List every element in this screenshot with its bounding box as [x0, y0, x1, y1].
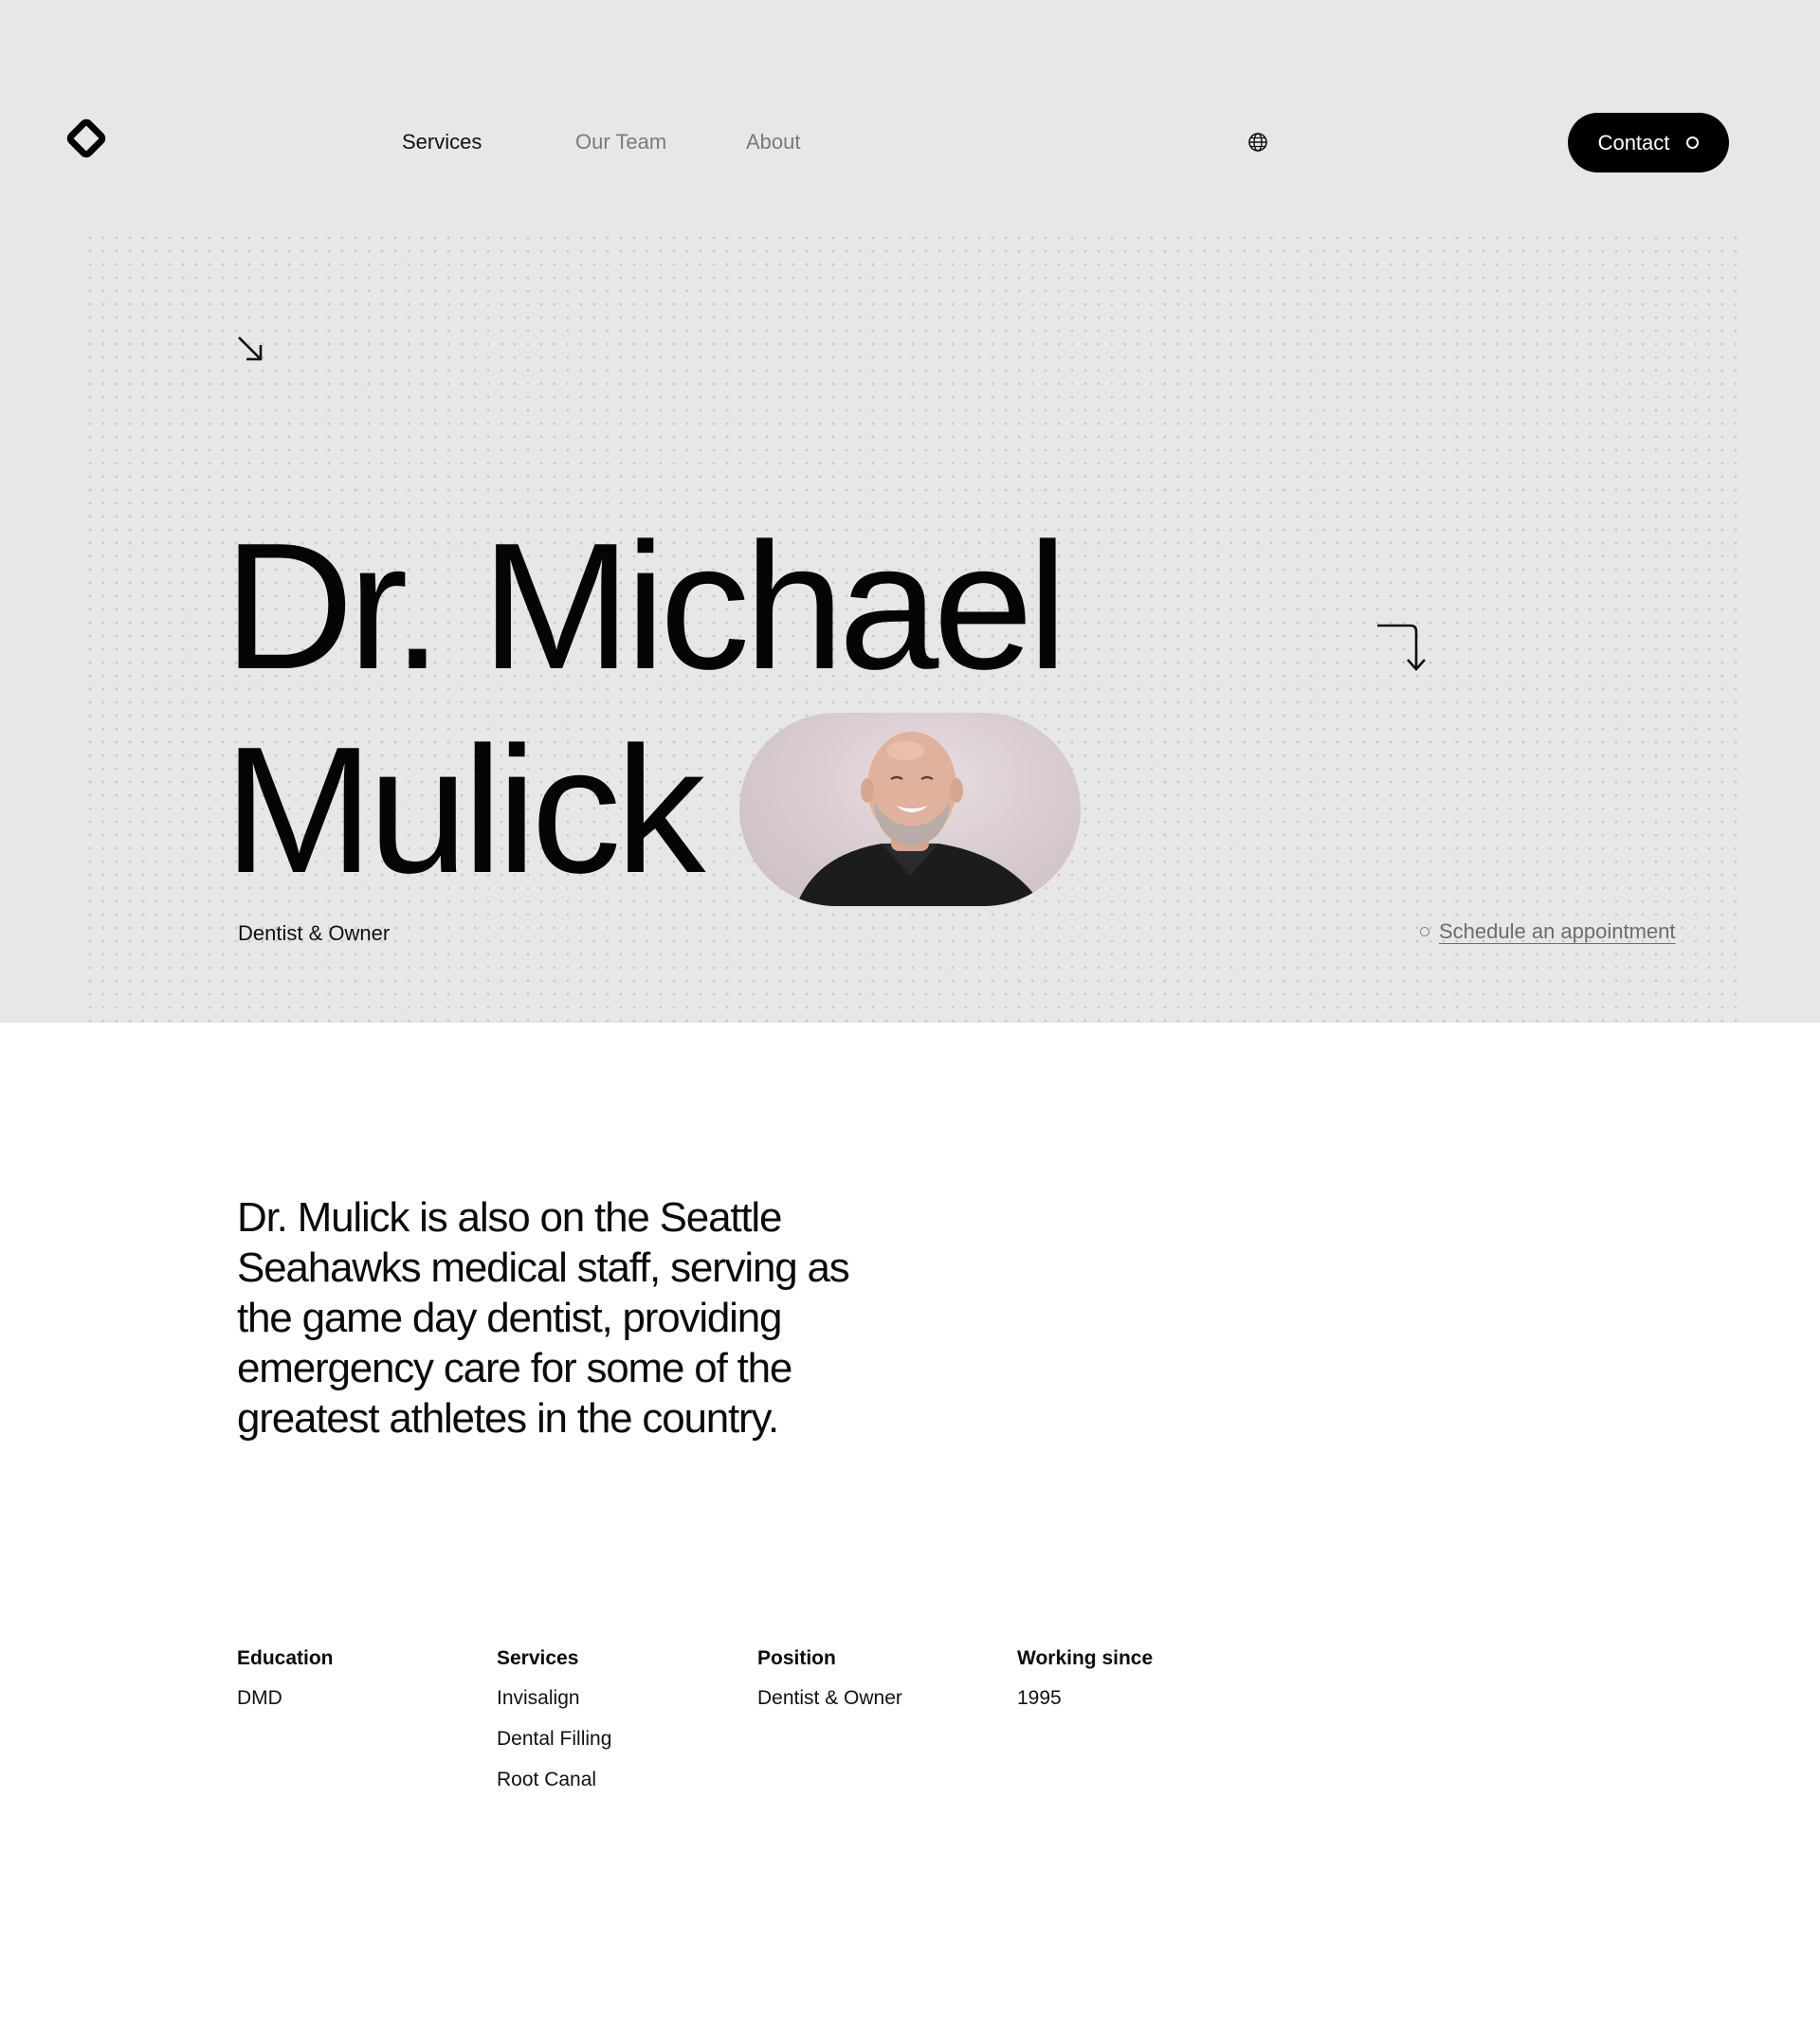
schedule-appointment-label: Schedule an appointment	[1439, 919, 1676, 943]
education-heading: Education	[237, 1647, 334, 1669]
doctor-title: Dentist & Owner	[238, 921, 391, 945]
services-heading: Services	[497, 1647, 579, 1669]
contact-button-label: Contact	[1597, 130, 1670, 154]
working-since-column: Working since 1995	[1017, 1645, 1264, 1726]
nav-link-our-team[interactable]: Our Team	[575, 129, 666, 155]
position-heading: Position	[757, 1647, 836, 1669]
arrow-down-right-icon	[238, 336, 263, 361]
working-since-value: 1995	[1017, 1687, 1062, 1709]
schedule-appointment-link[interactable]: Schedule an appointment	[1420, 919, 1676, 944]
service-item: Invisalign	[497, 1687, 580, 1709]
bio-paragraph: Dr. Mulick is also on the Seattle Seahaw…	[237, 1194, 850, 1442]
contact-button[interactable]: Contact	[1568, 113, 1729, 173]
hero-name-line-1: Dr. Michael	[224, 506, 1067, 707]
hero-name-line-2: Mulick	[224, 710, 705, 911]
turn-down-arrow-icon	[1377, 624, 1426, 671]
position-value: Dentist & Owner	[757, 1687, 902, 1709]
nav-link-about[interactable]: About	[746, 129, 801, 155]
position-column: Position Dentist & Owner	[757, 1645, 1004, 1726]
circle-icon	[1686, 136, 1700, 149]
education-column: Education DMD	[237, 1645, 483, 1726]
education-value: DMD	[237, 1687, 282, 1709]
doctor-portrait-image	[739, 713, 1081, 906]
working-since-heading: Working since	[1017, 1647, 1154, 1669]
globe-icon[interactable]	[1247, 132, 1268, 153]
nav-link-services[interactable]: Services	[402, 129, 482, 155]
circle-icon	[1420, 927, 1429, 936]
logo-icon[interactable]	[66, 118, 106, 158]
services-column: Services Invisalign Dental Filling Root …	[497, 1645, 743, 1807]
service-item: Root Canal	[497, 1769, 597, 1790]
service-item: Dental Filling	[497, 1728, 612, 1750]
